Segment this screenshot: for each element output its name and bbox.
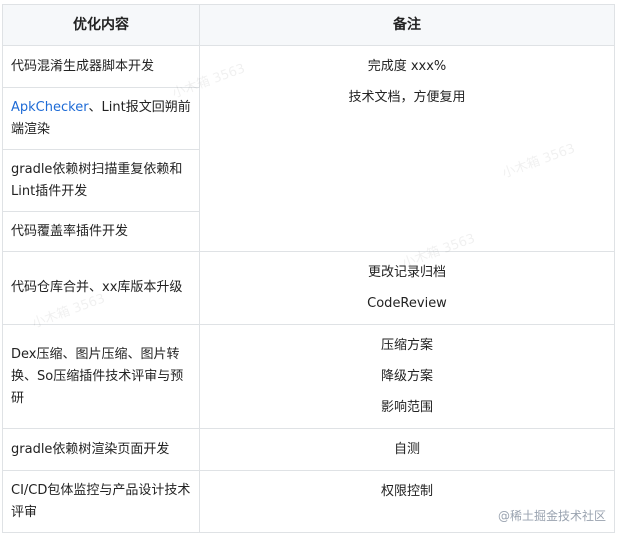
table-row: 代码仓库合并、xx库版本升级 更改记录归档 CodeReview bbox=[2, 251, 615, 325]
content-wrapper: 优化内容 备注 代码混淆生成器脚本开发 完成度 xxx% 技术文档，方便复用 A… bbox=[2, 4, 615, 533]
apkchecker-link[interactable]: ApkChecker bbox=[11, 100, 89, 115]
table-row: 代码混淆生成器脚本开发 完成度 xxx% 技术文档，方便复用 bbox=[2, 45, 615, 252]
table-header-row: 优化内容 备注 bbox=[2, 4, 615, 46]
table-row: Dex压缩、图片压缩、图片转换、So压缩插件技术评审与预研 压缩方案 降级方案 … bbox=[2, 324, 615, 429]
cell-note-group: 完成度 xxx% 技术文档，方便复用 bbox=[199, 45, 615, 252]
cell-content: ApkChecker、Lint报文回朔前端渲染 bbox=[2, 87, 200, 150]
cell-content: 代码混淆生成器脚本开发 bbox=[2, 45, 200, 88]
site-watermark: @稀土掘金技术社区 bbox=[497, 509, 606, 523]
note-line: 降级方案 bbox=[380, 369, 433, 384]
note-line: 影响范围 bbox=[380, 400, 433, 415]
header-notes: 备注 bbox=[199, 4, 615, 46]
note-line: 技术文档，方便复用 bbox=[348, 90, 466, 105]
cell-note: 自测 bbox=[199, 428, 615, 471]
note-line: 权限控制 bbox=[380, 484, 433, 499]
optimization-table: 优化内容 备注 代码混淆生成器脚本开发 完成度 xxx% 技术文档，方便复用 A… bbox=[2, 4, 615, 533]
cell-content: 代码覆盖率插件开发 bbox=[2, 211, 200, 252]
cell-note: 更改记录归档 CodeReview bbox=[199, 251, 615, 325]
cell-content: gradle依赖树渲染页面开发 bbox=[2, 428, 200, 471]
header-optimization: 优化内容 bbox=[2, 4, 200, 46]
note-line: 自测 bbox=[393, 442, 420, 457]
cell-content: 代码仓库合并、xx库版本升级 bbox=[2, 251, 200, 325]
note-line: 完成度 xxx% bbox=[367, 59, 447, 74]
cell-content: Dex压缩、图片压缩、图片转换、So压缩插件技术评审与预研 bbox=[2, 324, 200, 429]
cell-note: 压缩方案 降级方案 影响范围 bbox=[199, 324, 615, 429]
cell-content: CI/CD包体监控与产品设计技术评审 bbox=[2, 470, 200, 533]
table-row: gradle依赖树渲染页面开发 自测 bbox=[2, 428, 615, 471]
note-line: 更改记录归档 bbox=[367, 265, 446, 280]
note-line: CodeReview bbox=[367, 296, 447, 311]
note-line: 压缩方案 bbox=[380, 338, 433, 353]
cell-content: gradle依赖树扫描重复依赖和Lint插件开发 bbox=[2, 149, 200, 212]
